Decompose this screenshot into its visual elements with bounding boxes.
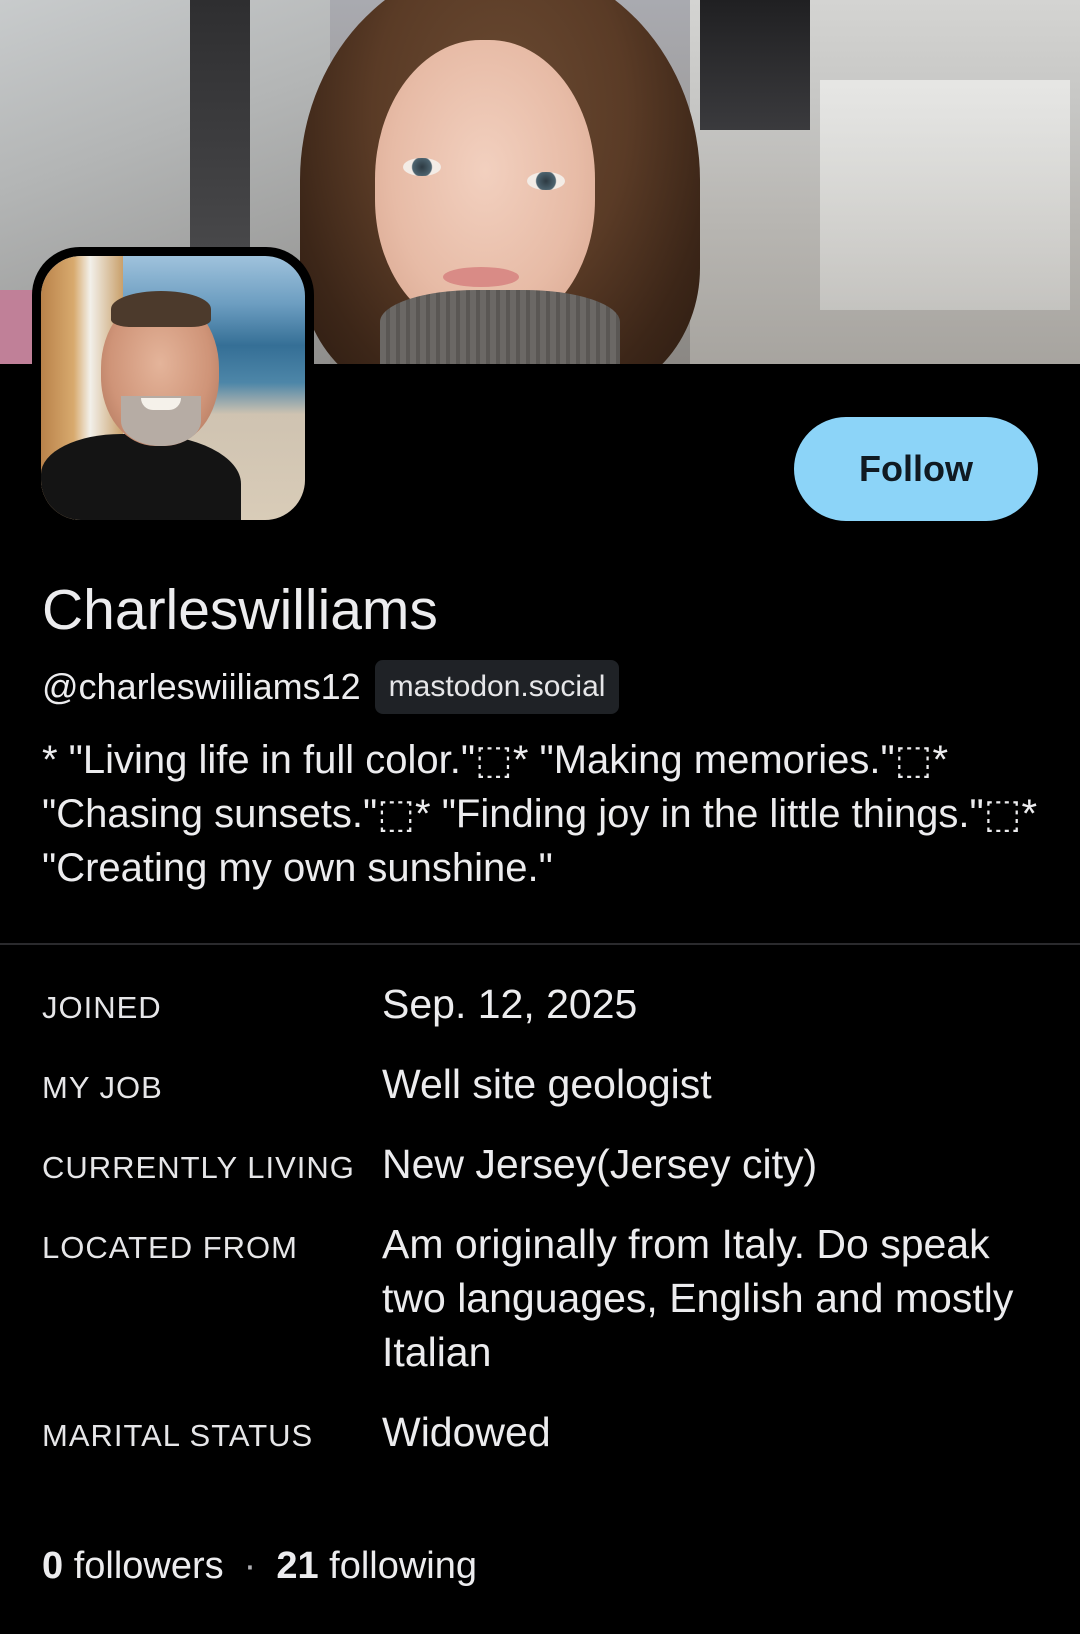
avatar[interactable]: [32, 247, 314, 529]
account-handle[interactable]: @charleswiiliams12: [42, 666, 361, 708]
followers-label: followers: [73, 1545, 224, 1587]
profile-fields: JOINED Sep. 12, 2025 MY JOB Well site ge…: [42, 977, 1042, 1485]
field-value: Widowed: [382, 1409, 551, 1455]
field-value: Am originally from Italy. Do speak two l…: [382, 1221, 1014, 1375]
following-link[interactable]: 21 following: [276, 1545, 477, 1588]
field-marital-status: MARITAL STATUS Widowed: [42, 1405, 1042, 1459]
field-label: JOINED: [42, 990, 162, 1025]
field-label: MY JOB: [42, 1070, 163, 1105]
follow-stats: 0 followers · 21 following: [42, 1545, 477, 1588]
following-count: 21: [276, 1545, 319, 1587]
field-currently-living: CURRENTLY LIVING New Jersey(Jersey city): [42, 1137, 1042, 1191]
field-my-job: MY JOB Well site geologist: [42, 1057, 1042, 1111]
follow-button[interactable]: Follow: [794, 417, 1038, 521]
field-label: MARITAL STATUS: [42, 1418, 314, 1453]
server-badge[interactable]: mastodon.social: [374, 660, 620, 714]
field-joined: JOINED Sep. 12, 2025: [42, 977, 1042, 1031]
followers-link[interactable]: 0 followers: [42, 1545, 224, 1588]
field-value: Well site geologist: [382, 1061, 712, 1107]
followers-count: 0: [42, 1545, 64, 1587]
handle-row: @charleswiiliams12 mastodon.social: [42, 660, 620, 714]
avatar-image: [41, 256, 305, 520]
divider: [0, 943, 1080, 945]
field-label: LOCATED FROM: [42, 1230, 298, 1265]
profile-bio: * "Living life in full color."⬚* "Making…: [42, 738, 1038, 890]
display-name: Charleswilliams: [42, 578, 438, 642]
stats-separator: ·: [243, 1545, 257, 1587]
field-located-from: LOCATED FROM Am originally from Italy. D…: [42, 1217, 1042, 1379]
field-value: New Jersey(Jersey city): [382, 1141, 818, 1187]
field-value: Sep. 12, 2025: [382, 981, 638, 1027]
following-label: following: [329, 1545, 478, 1587]
field-label: CURRENTLY LIVING: [42, 1150, 355, 1185]
